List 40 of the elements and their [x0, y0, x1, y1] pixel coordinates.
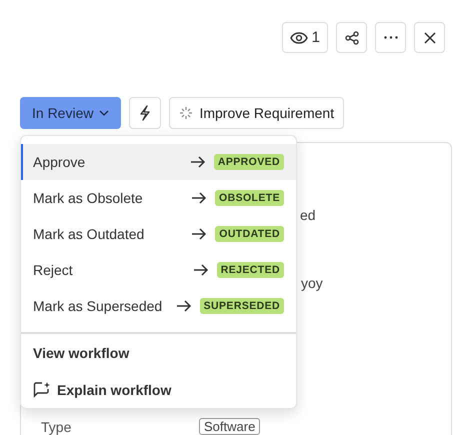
- arrow-icon: [190, 156, 206, 168]
- menu-item[interactable]: Mark as Outdated OUTDATED: [21, 216, 296, 252]
- field-value: yoy: [301, 275, 324, 291]
- menu-item[interactable]: Explain workflow: [21, 371, 296, 408]
- close-button[interactable]: [414, 22, 445, 53]
- status-tag: SUPERSEDED: [200, 298, 284, 314]
- menu-item[interactable]: Mark as Obsolete OBSOLETE: [21, 180, 296, 216]
- improve-requirement-button[interactable]: Improve Requirement: [169, 97, 344, 129]
- status-tag: APPROVED: [214, 154, 284, 170]
- transition-label: Approve: [33, 154, 86, 170]
- transition-label: Reject: [33, 262, 74, 278]
- eye-icon: [290, 32, 308, 44]
- chevron-down-icon: [99, 110, 110, 116]
- share-icon: [344, 30, 358, 44]
- menu-item[interactable]: Mark as Superseded SUPERSEDED: [21, 288, 296, 324]
- lightning-button[interactable]: [129, 97, 162, 129]
- chat-sparkle-icon: [33, 381, 51, 398]
- arrow-icon: [191, 192, 208, 204]
- status-tag: OBSOLETE: [215, 190, 284, 206]
- share-button[interactable]: [336, 22, 367, 53]
- status-tag: REJECTED: [216, 262, 284, 278]
- arrow-icon: [191, 228, 208, 240]
- menu-item[interactable]: View workflow: [21, 334, 296, 371]
- more-icon: [384, 36, 398, 39]
- arrow-icon: [176, 300, 192, 312]
- transition-label: Mark as Outdated: [33, 226, 146, 242]
- field-value: ed: [300, 207, 317, 223]
- lightning-icon: [139, 105, 152, 121]
- status-tag: OUTDATED: [215, 226, 284, 242]
- type-tag: Software: [199, 418, 260, 435]
- field-label: Type: [41, 418, 72, 434]
- transition-label: Mark as Superseded: [33, 298, 164, 314]
- arrow-icon: [192, 264, 209, 276]
- transition-label: Mark as Obsolete: [33, 190, 144, 206]
- views-button[interactable]: 1: [282, 22, 328, 53]
- close-icon: [424, 32, 436, 44]
- menu-item[interactable]: Reject REJECTED: [21, 252, 296, 288]
- status-dropdown[interactable]: In Review: [20, 97, 122, 129]
- sparkle-icon: [179, 106, 194, 120]
- menu-item[interactable]: Approve APPROVED: [21, 144, 296, 180]
